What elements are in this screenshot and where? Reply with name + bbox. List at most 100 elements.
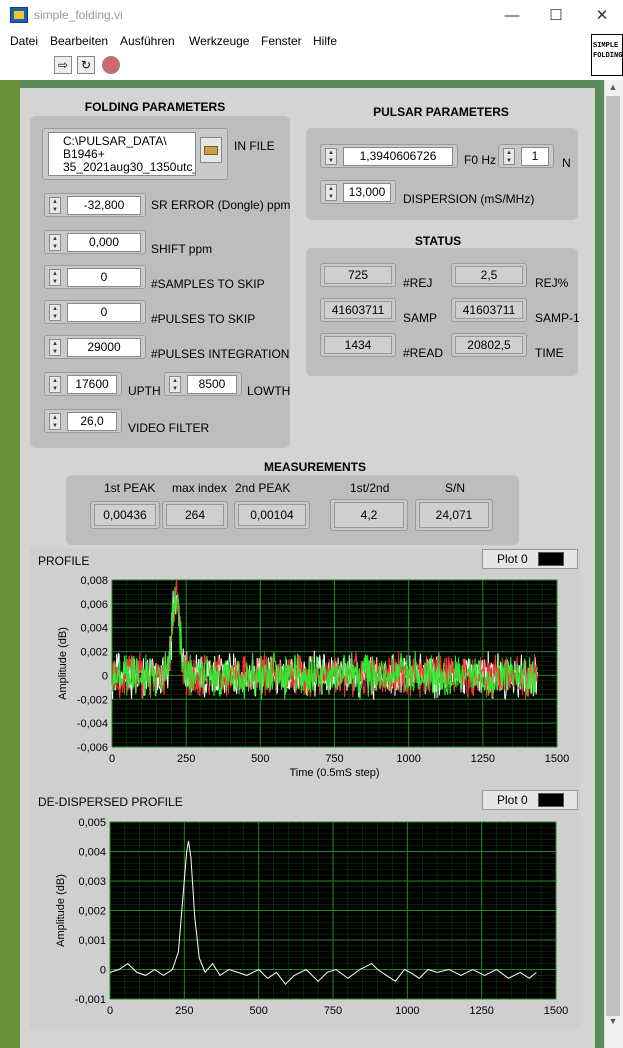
lowth-control[interactable]: ▲ ▼ 8500 (164, 372, 242, 396)
scroll-up-icon[interactable]: ▲ (605, 82, 621, 96)
y-tick-label: -0,001 (75, 994, 106, 1006)
y-tick-label: 0 (102, 670, 108, 682)
spin-icon[interactable]: ▲ ▼ (49, 234, 61, 251)
scroll-down-icon[interactable]: ▼ (605, 1016, 621, 1030)
menu-ausfuehren[interactable]: Ausführen (120, 34, 175, 48)
f0-control[interactable]: ▲ ▼ 1,3940606726 (320, 144, 458, 168)
lowth-value[interactable]: 8500 (187, 375, 237, 394)
samp-value: 41603711 (324, 301, 392, 319)
samp1-label: SAMP-1 (535, 311, 580, 325)
pulses-skip-value[interactable]: 0 (67, 303, 141, 322)
spin-icon[interactable]: ▲ ▼ (503, 148, 515, 165)
max-index-value: 264 (166, 504, 224, 526)
spin-icon[interactable]: ▲ ▼ (325, 148, 337, 165)
f0-value[interactable]: 1,3940606726 (343, 147, 453, 166)
time-value: 20802,5 (455, 336, 523, 354)
menu-bearbeiten[interactable]: Bearbeiten (50, 34, 108, 48)
x-tick-label: 0 (109, 753, 115, 765)
y-tick-label: 0,001 (78, 935, 106, 947)
profile-legend-label: Plot 0 (497, 552, 528, 566)
scrollbar-thumb[interactable] (606, 96, 620, 1016)
pulses-integration-control[interactable]: ▲ ▼ 29000 (44, 335, 146, 359)
pulses-integration-label: #PULSES INTEGRATION (151, 347, 290, 361)
video-filter-value[interactable]: 26,0 (67, 412, 117, 431)
pulses-integration-value[interactable]: 29000 (67, 338, 141, 357)
y-tick-label: 0 (100, 965, 106, 977)
read-label: #READ (403, 346, 444, 360)
samp-indicator: 41603711 (320, 298, 396, 322)
menu-datei[interactable]: Datei (10, 34, 38, 48)
read-value: 1434 (324, 336, 392, 354)
time-label: TIME (535, 346, 564, 360)
n-control[interactable]: ▲ ▼ 1 (498, 144, 554, 168)
y-tick-label: 0,002 (78, 906, 106, 918)
upth-value[interactable]: 17600 (67, 375, 117, 394)
run-continuously-icon[interactable]: ↻ (77, 56, 95, 74)
y-tick-label: 0,003 (78, 876, 106, 888)
rej-pct-indicator: 2,5 (451, 263, 527, 287)
x-axis-label: Time (0.5mS step) (289, 767, 379, 779)
spin-icon[interactable]: ▲ ▼ (169, 376, 181, 393)
spin-icon[interactable]: ▲ ▼ (49, 413, 61, 430)
upth-control[interactable]: ▲ ▼ 17600 (44, 372, 122, 396)
y-tick-label: -0,006 (77, 742, 108, 754)
rej-value: 725 (324, 266, 392, 284)
close-icon[interactable]: ✕ (592, 6, 612, 26)
minimize-icon[interactable]: — (502, 6, 522, 26)
f0-label: F0 Hz (464, 153, 497, 167)
spin-icon[interactable]: ▲ ▼ (49, 304, 61, 321)
sn-value: 24,071 (419, 502, 489, 528)
menu-hilfe[interactable]: Hilfe (313, 34, 337, 48)
profile-graph-title: PROFILE (38, 554, 90, 568)
shift-control[interactable]: ▲ ▼ 0,000 (44, 230, 146, 254)
maximize-icon[interactable]: ☐ (546, 6, 566, 26)
n-value[interactable]: 1 (521, 147, 549, 166)
sn-indicator: 24,071 (415, 499, 493, 531)
peak1-indicator: 0,00436 (90, 501, 160, 529)
badge-line-2: FOLDING (593, 52, 623, 60)
video-filter-label: VIDEO FILTER (128, 421, 210, 435)
y-tick-label: 0,004 (80, 623, 108, 635)
dispersion-control[interactable]: ▲ ▼ 13,000 (320, 180, 396, 204)
dispersion-label: DISPERSION (mS/MHz) (403, 192, 535, 206)
x-tick-label: 1250 (471, 753, 495, 765)
pulses-skip-control[interactable]: ▲ ▼ 0 (44, 300, 146, 324)
y-tick-label: 0,005 (78, 817, 106, 829)
video-filter-control[interactable]: ▲ ▼ 26,0 (44, 409, 122, 433)
shift-value[interactable]: 0,000 (67, 233, 141, 252)
dispersion-value[interactable]: 13,000 (343, 183, 391, 202)
sr-error-value[interactable]: -32,800 (67, 196, 141, 215)
menu-fenster[interactable]: Fenster (261, 34, 302, 48)
sr-error-control[interactable]: ▲ ▼ -32,800 (44, 193, 146, 217)
in-file-path[interactable]: C:\PULSAR_DATA\ B1946+ 35_2021aug30_1350… (48, 132, 196, 176)
legend-line-icon (538, 793, 564, 807)
samp1-value: 41603711 (455, 301, 523, 319)
spin-icon[interactable]: ▲ ▼ (49, 269, 61, 286)
spin-icon[interactable]: ▲ ▼ (49, 376, 61, 393)
pulsar-parameters-group (306, 128, 578, 220)
dedispersed-chart: 0 250 500 750 1000 1250 1500-0,00100,0010,0020… (55, 817, 568, 1017)
menu-werkzeuge[interactable]: Werkzeuge (189, 34, 249, 48)
sn-label: S/N (445, 481, 466, 495)
x-tick-label: 1250 (469, 1005, 493, 1017)
samples-skip-value[interactable]: 0 (67, 268, 141, 287)
spin-icon[interactable]: ▲ ▼ (49, 197, 61, 214)
spin-icon[interactable]: ▲ ▼ (49, 339, 61, 356)
vi-icon-badge: SIMPLE FOLDING (591, 34, 623, 76)
labview-app-icon (10, 7, 28, 23)
measurements-title: MEASUREMENTS (263, 460, 366, 474)
pulses-skip-label: #PULSES TO SKIP (151, 312, 256, 326)
run-arrow-icon[interactable]: ⇨ (54, 56, 72, 74)
x-tick-label: 750 (324, 1005, 342, 1017)
spin-icon[interactable]: ▲ ▼ (325, 184, 337, 201)
abort-icon[interactable] (102, 56, 120, 74)
shift-label: SHIFT ppm (151, 242, 213, 256)
peak1-value: 0,00436 (94, 504, 156, 526)
y-tick-label: 0,008 (80, 575, 108, 587)
dedispersed-legend-label: Plot 0 (497, 793, 528, 807)
samples-skip-control[interactable]: ▲ ▼ 0 (44, 265, 146, 289)
peak2-label: 2nd PEAK (235, 481, 291, 495)
legend-line-icon (538, 552, 564, 566)
in-file-label: IN FILE (234, 139, 275, 153)
y-tick-label: 0,006 (80, 599, 108, 611)
